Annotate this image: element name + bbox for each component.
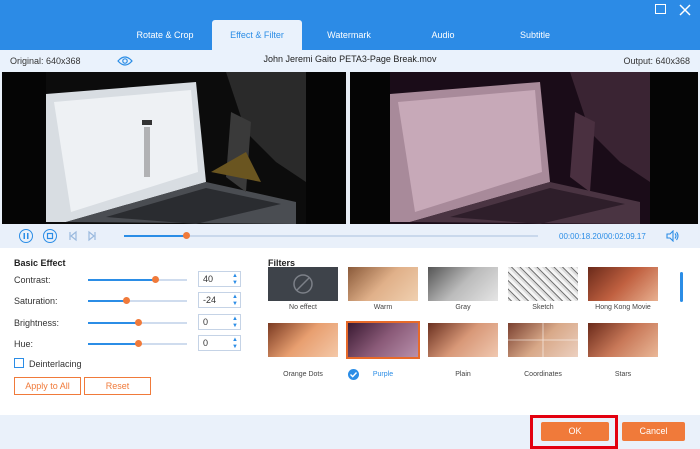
seek-handle[interactable] bbox=[183, 232, 191, 239]
hue-stepper[interactable]: 0 ▲ ▼ bbox=[198, 335, 241, 351]
hue-label: Hue: bbox=[14, 339, 34, 349]
deinterlacing-checkbox[interactable] bbox=[14, 358, 24, 368]
filter-label: Sketch bbox=[532, 304, 554, 311]
filter-hong-kong-movie[interactable] bbox=[588, 267, 658, 301]
filter-label: Hong Kong Movie bbox=[595, 304, 651, 311]
filter-purple[interactable] bbox=[346, 321, 420, 359]
contrast-label: Contrast: bbox=[14, 275, 51, 285]
hue-slider-handle[interactable] bbox=[134, 340, 142, 347]
increase-icon[interactable]: ▲ bbox=[232, 294, 238, 300]
tab-rotate-crop[interactable]: Rotate & Crop bbox=[122, 20, 208, 50]
decrease-icon[interactable]: ▼ bbox=[232, 301, 238, 307]
cancel-button[interactable]: Cancel bbox=[622, 422, 685, 441]
previous-frame-icon[interactable] bbox=[68, 230, 78, 244]
filter-label: Coordinates bbox=[524, 371, 562, 378]
filter-label: Stars bbox=[614, 371, 632, 378]
title-tab-bar: Rotate & Crop Effect & Filter Watermark … bbox=[0, 0, 700, 50]
brightness-slider[interactable] bbox=[88, 319, 187, 326]
current-time: 00:00:18.20 bbox=[559, 232, 602, 241]
original-video-frame bbox=[46, 72, 306, 224]
deinterlacing-label: Deinterlacing bbox=[29, 359, 82, 369]
saturation-value: -24 bbox=[203, 295, 217, 305]
contrast-stepper[interactable]: 40 ▲ ▼ bbox=[198, 271, 241, 287]
volume-icon[interactable] bbox=[666, 229, 680, 244]
filter-coordinates[interactable] bbox=[508, 323, 578, 357]
output-resolution: Output: 640x368 bbox=[623, 56, 690, 66]
filter-no-effect[interactable] bbox=[268, 267, 338, 301]
tab-subtitle[interactable]: Subtitle bbox=[488, 20, 582, 50]
basic-effect-title: Basic Effect bbox=[14, 258, 66, 268]
filter-label: Orange Dots bbox=[283, 371, 323, 378]
seek-progress bbox=[124, 235, 187, 237]
no-effect-icon bbox=[293, 274, 313, 294]
filter-plain[interactable] bbox=[428, 323, 498, 357]
tab-audio[interactable]: Audio bbox=[396, 20, 490, 50]
preview-header: Original: 640x368 John Jeremi Gaito PETA… bbox=[0, 50, 700, 72]
total-time: 00:02:09.17 bbox=[603, 232, 646, 241]
dialog-footer: OK Cancel bbox=[0, 415, 700, 449]
file-name: John Jeremi Gaito PETA3-Page Break.mov bbox=[263, 54, 437, 64]
filter-label: Plain bbox=[455, 371, 471, 378]
decrease-icon[interactable]: ▼ bbox=[232, 280, 238, 286]
decrease-icon[interactable]: ▼ bbox=[232, 323, 238, 329]
filter-stars[interactable] bbox=[588, 323, 658, 357]
hue-slider[interactable] bbox=[88, 340, 187, 347]
brightness-value: 0 bbox=[203, 317, 209, 327]
increase-icon[interactable]: ▲ bbox=[232, 337, 238, 343]
saturation-slider[interactable] bbox=[88, 297, 187, 304]
filter-sketch[interactable] bbox=[508, 267, 578, 301]
saturation-slider-fill bbox=[88, 300, 126, 302]
contrast-slider-handle[interactable] bbox=[152, 276, 160, 283]
contrast-slider[interactable] bbox=[88, 276, 187, 283]
time-display: 00:00:18.20/00:02:09.17 bbox=[559, 232, 646, 241]
seek-slider[interactable] bbox=[124, 232, 538, 239]
brightness-label: Brightness: bbox=[14, 318, 60, 328]
decrease-icon[interactable]: ▼ bbox=[232, 344, 238, 350]
output-video-frame bbox=[390, 72, 650, 224]
brightness-stepper[interactable]: 0 ▲ ▼ bbox=[198, 314, 241, 330]
output-video-preview bbox=[350, 72, 698, 224]
brightness-slider-fill bbox=[88, 322, 138, 324]
filter-label: Warm bbox=[373, 304, 393, 311]
contrast-value: 40 bbox=[203, 274, 214, 284]
pause-button[interactable] bbox=[19, 229, 33, 243]
stop-button[interactable] bbox=[43, 229, 57, 243]
tab-watermark[interactable]: Watermark bbox=[306, 20, 392, 50]
coordinates-grid bbox=[508, 323, 578, 357]
increase-icon[interactable]: ▲ bbox=[232, 316, 238, 322]
saturation-slider-handle[interactable] bbox=[122, 297, 130, 304]
tab-effect-filter[interactable]: Effect & Filter bbox=[212, 20, 302, 50]
filter-scrollbar[interactable] bbox=[680, 272, 683, 302]
increase-icon[interactable]: ▲ bbox=[232, 273, 238, 279]
contrast-slider-fill bbox=[88, 279, 156, 281]
filter-label: No effect bbox=[289, 304, 317, 311]
filter-orange-dots[interactable] bbox=[268, 323, 338, 357]
filter-label: Gray bbox=[455, 304, 471, 311]
filter-gray[interactable] bbox=[428, 267, 498, 301]
apply-to-all-button[interactable]: Apply to All bbox=[14, 377, 81, 395]
hue-value: 0 bbox=[203, 338, 209, 348]
brightness-slider-handle[interactable] bbox=[134, 319, 142, 326]
filter-warm[interactable] bbox=[348, 267, 418, 301]
saturation-stepper[interactable]: -24 ▲ ▼ bbox=[198, 292, 241, 308]
hue-slider-fill bbox=[88, 343, 138, 345]
ok-button[interactable]: OK bbox=[541, 422, 609, 441]
settings-panel: Basic Effect Contrast: 40 ▲ ▼ Saturation… bbox=[0, 248, 700, 415]
filter-label-selected: Purple bbox=[372, 371, 394, 378]
maximize-icon[interactable] bbox=[655, 4, 666, 14]
reset-button[interactable]: Reset bbox=[84, 377, 151, 395]
original-video-preview bbox=[2, 72, 346, 224]
close-icon[interactable] bbox=[678, 3, 692, 17]
playback-bar: 00:00:18.20/00:02:09.17 bbox=[0, 224, 700, 248]
next-frame-icon[interactable] bbox=[87, 230, 97, 244]
saturation-label: Saturation: bbox=[14, 296, 58, 306]
